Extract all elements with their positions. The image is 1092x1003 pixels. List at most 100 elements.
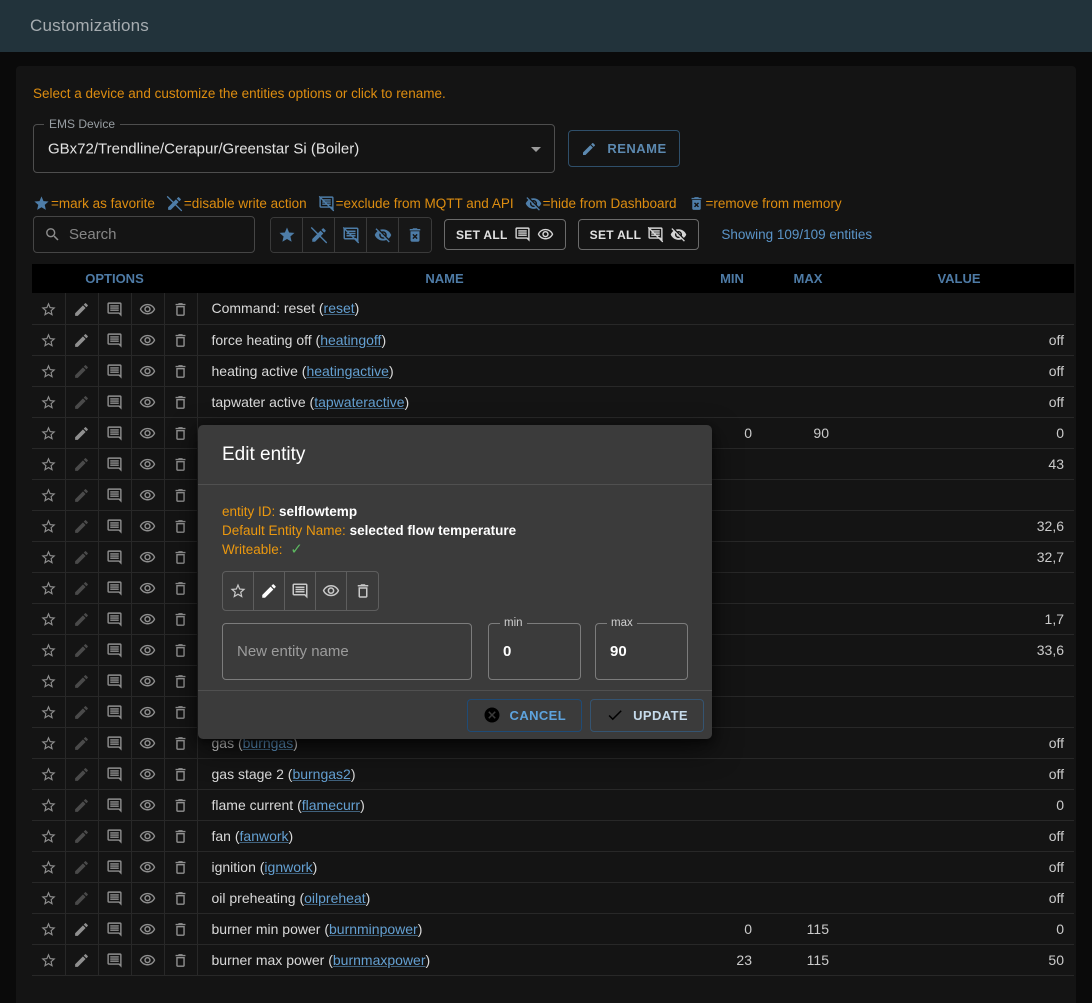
favorite-toggle[interactable] — [32, 882, 65, 913]
favorite-toggle[interactable] — [32, 448, 65, 479]
visibility-toggle[interactable] — [131, 913, 164, 944]
favorite-toggle[interactable] — [32, 355, 65, 386]
favorite-toggle[interactable] — [32, 727, 65, 758]
filter-comment-off-button[interactable] — [335, 218, 367, 252]
favorite-toggle[interactable] — [32, 510, 65, 541]
delete-toggle[interactable] — [164, 386, 197, 417]
favorite-toggle[interactable] — [32, 293, 65, 324]
write-toggle[interactable] — [65, 913, 98, 944]
table-row[interactable]: force heating off (heatingoff) off — [32, 324, 1074, 355]
favorite-toggle[interactable] — [32, 789, 65, 820]
delete-toggle[interactable] — [164, 727, 197, 758]
mqtt-toggle[interactable] — [98, 944, 131, 975]
filter-eye-off-button[interactable] — [367, 218, 399, 252]
favorite-toggle[interactable] — [32, 479, 65, 510]
visibility-toggle[interactable] — [131, 696, 164, 727]
entity-shortname-link[interactable]: oilpreheat — [304, 890, 366, 906]
mqtt-toggle[interactable] — [98, 820, 131, 851]
favorite-toggle[interactable] — [32, 696, 65, 727]
table-row[interactable]: ignition (ignwork) off — [32, 851, 1074, 882]
search-input[interactable] — [69, 226, 244, 243]
visibility-toggle[interactable] — [131, 851, 164, 882]
write-toggle[interactable] — [65, 603, 98, 634]
entity-shortname-link[interactable]: ignwork — [264, 859, 312, 875]
write-toggle[interactable] — [65, 417, 98, 448]
favorite-toggle[interactable] — [32, 603, 65, 634]
delete-toggle[interactable] — [164, 572, 197, 603]
update-button[interactable]: UPDATE — [590, 699, 704, 732]
mqtt-toggle[interactable] — [98, 386, 131, 417]
favorite-toggle[interactable] — [32, 913, 65, 944]
set-all-button-2[interactable]: SET ALL — [578, 219, 700, 250]
min-input[interactable] — [489, 624, 580, 679]
entity-shortname-link[interactable]: reset — [324, 300, 355, 316]
rename-button[interactable]: RENAME — [568, 130, 680, 167]
favorite-toggle[interactable] — [32, 541, 65, 572]
delete-toggle[interactable] — [164, 541, 197, 572]
mqtt-toggle[interactable] — [98, 758, 131, 789]
entity-shortname-link[interactable]: fanwork — [240, 828, 289, 844]
filter-star-button[interactable] — [271, 218, 303, 252]
table-row[interactable]: burner min power (burnminpower) 0 115 0 — [32, 913, 1074, 944]
favorite-toggle[interactable] — [32, 665, 65, 696]
delete-toggle[interactable] — [164, 479, 197, 510]
favorite-toggle[interactable] — [32, 386, 65, 417]
mqtt-toggle[interactable] — [98, 510, 131, 541]
favorite-toggle[interactable] — [32, 758, 65, 789]
mqtt-toggle[interactable] — [98, 448, 131, 479]
write-toggle[interactable] — [65, 386, 98, 417]
mqtt-toggle[interactable] — [98, 293, 131, 324]
favorite-toggle[interactable] — [32, 634, 65, 665]
dialog-star-o-toggle[interactable] — [223, 572, 254, 610]
filter-edit-off-button[interactable] — [303, 218, 335, 252]
visibility-toggle[interactable] — [131, 541, 164, 572]
visibility-toggle[interactable] — [131, 479, 164, 510]
table-row[interactable]: tapwater active (tapwateractive) off — [32, 386, 1074, 417]
favorite-toggle[interactable] — [32, 324, 65, 355]
write-toggle[interactable] — [65, 293, 98, 324]
mqtt-toggle[interactable] — [98, 541, 131, 572]
write-toggle[interactable] — [65, 851, 98, 882]
ems-device-select[interactable]: EMS Device GBx72/Trendline/Cerapur/Green… — [33, 124, 555, 173]
write-toggle[interactable] — [65, 510, 98, 541]
dialog-trash-toggle[interactable] — [347, 572, 378, 610]
favorite-toggle[interactable] — [32, 417, 65, 448]
delete-toggle[interactable] — [164, 510, 197, 541]
set-all-button-1[interactable]: SET ALL — [444, 219, 566, 250]
delete-toggle[interactable] — [164, 758, 197, 789]
write-toggle[interactable] — [65, 727, 98, 758]
delete-toggle[interactable] — [164, 913, 197, 944]
search-box[interactable] — [33, 216, 255, 253]
table-row[interactable]: Command: reset (reset) — [32, 293, 1074, 324]
table-row[interactable]: oil preheating (oilpreheat) off — [32, 882, 1074, 913]
delete-toggle[interactable] — [164, 448, 197, 479]
dialog-eye-toggle[interactable] — [316, 572, 347, 610]
delete-toggle[interactable] — [164, 665, 197, 696]
visibility-toggle[interactable] — [131, 634, 164, 665]
new-entity-name-input[interactable] — [223, 624, 471, 679]
visibility-toggle[interactable] — [131, 324, 164, 355]
mqtt-toggle[interactable] — [98, 696, 131, 727]
visibility-toggle[interactable] — [131, 572, 164, 603]
write-toggle[interactable] — [65, 572, 98, 603]
delete-toggle[interactable] — [164, 820, 197, 851]
visibility-toggle[interactable] — [131, 355, 164, 386]
mqtt-toggle[interactable] — [98, 727, 131, 758]
write-toggle[interactable] — [65, 789, 98, 820]
delete-toggle[interactable] — [164, 634, 197, 665]
visibility-toggle[interactable] — [131, 758, 164, 789]
dialog-comment-toggle[interactable] — [285, 572, 316, 610]
col-value[interactable]: VALUE — [844, 264, 1074, 293]
entity-shortname-link[interactable]: burnminpower — [329, 921, 418, 937]
write-toggle[interactable] — [65, 665, 98, 696]
visibility-toggle[interactable] — [131, 882, 164, 913]
mqtt-toggle[interactable] — [98, 417, 131, 448]
entity-shortname-link[interactable]: burnmaxpower — [333, 952, 426, 968]
write-toggle[interactable] — [65, 758, 98, 789]
write-toggle[interactable] — [65, 634, 98, 665]
mqtt-toggle[interactable] — [98, 665, 131, 696]
delete-toggle[interactable] — [164, 324, 197, 355]
table-row[interactable]: flame current (flamecurr) 0 — [32, 789, 1074, 820]
favorite-toggle[interactable] — [32, 820, 65, 851]
visibility-toggle[interactable] — [131, 665, 164, 696]
